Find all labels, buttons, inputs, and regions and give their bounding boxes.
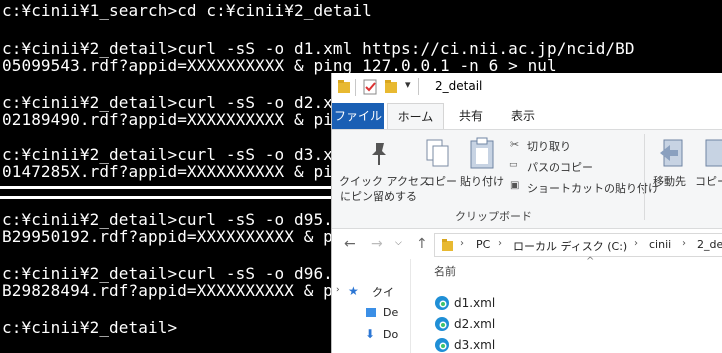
download-icon: ⬇ (365, 327, 376, 341)
title-bar: ▾ 2_detail (332, 73, 722, 103)
copy-icon[interactable] (425, 138, 451, 170)
recent-locations-icon[interactable]: ⌵ (395, 238, 402, 248)
console-line: 0147285X.rdf?appid=XXXXXXXXXX & ping (2, 162, 353, 181)
paste-shortcut-button[interactable]: ショートカットの貼り付け (527, 180, 659, 196)
file-name: d1.xml (454, 296, 496, 310)
properties-icon[interactable] (362, 79, 378, 95)
tab-home[interactable]: ホーム (387, 103, 444, 130)
pin-quick-access-label-2[interactable]: にピン留めする (340, 188, 417, 204)
star-icon: ★ (348, 284, 359, 298)
breadcrumb-item[interactable]: ローカル ディスク (C:) (513, 238, 627, 254)
ribbon-tabs: ファイル ホーム 共有 表示 (332, 103, 722, 130)
back-arrow-icon[interactable]: ← (344, 236, 356, 252)
breadcrumb[interactable]: › PC › ローカル ディスク (C:) › cinii › 2_detail (434, 233, 722, 257)
chevron-right-icon[interactable]: › (498, 238, 502, 249)
group-label-clipboard: クリップボード (455, 210, 532, 223)
file-name: d2.xml (454, 317, 496, 331)
console-line: B29950192.rdf?appid=XXXXXXXXXX & ping (2, 227, 363, 246)
pane-divider (410, 259, 411, 353)
pin-quick-access-label[interactable]: クイック アクセス (339, 173, 430, 189)
chevron-right-icon[interactable]: › (460, 238, 464, 249)
nav-item-desktop[interactable]: De (383, 306, 398, 319)
chevron-right-icon[interactable]: › (336, 285, 340, 295)
tab-view[interactable]: 表示 (497, 103, 549, 129)
copy-path-button[interactable]: パスのコピー (527, 159, 593, 175)
nav-item-downloads[interactable]: Do (383, 328, 398, 341)
window-title: 2_detail (435, 79, 483, 93)
move-to-icon[interactable] (658, 138, 686, 170)
column-header-name[interactable]: 名前 (434, 263, 456, 279)
paste-shortcut-icon[interactable]: ▣ (510, 180, 519, 191)
customize-toolbar-icon[interactable]: ▾ (405, 78, 411, 94)
console-line: 02189490.rdf?appid=XXXXXXXXXX & ping (2, 110, 353, 129)
console-line: c:¥cinii¥1_search>cd c:¥cinii¥2_detail (2, 1, 372, 20)
nav-item-quick-access[interactable]: クイ (372, 284, 394, 300)
breadcrumb-item[interactable]: 2_detail (697, 238, 722, 251)
title-separator (355, 79, 356, 96)
forward-arrow-icon[interactable]: → (371, 236, 383, 252)
chevron-right-icon[interactable]: › (634, 238, 638, 249)
folder-icon (442, 239, 453, 251)
desktop-icon (366, 308, 376, 317)
sort-chevron-up-icon: ^ (586, 256, 595, 267)
console-prompt[interactable]: c:¥cinii¥2_detail> (2, 318, 177, 337)
up-arrow-icon[interactable]: ↑ (416, 236, 428, 252)
copy-to-button[interactable]: コピー (695, 173, 722, 189)
chevron-right-icon[interactable]: › (682, 238, 686, 249)
edge-xml-file-icon (435, 338, 449, 352)
move-to-button[interactable]: 移動先 (653, 173, 686, 189)
title-separator (418, 78, 419, 95)
copy-path-icon[interactable]: ▭ (509, 160, 518, 170)
edge-xml-file-icon (435, 296, 449, 310)
folder-icon (338, 80, 350, 93)
cut-icon[interactable]: ✂ (510, 138, 519, 151)
address-bar: ← → ⌵ ↑ › PC › ローカル ディスク (C:) › cinii › … (332, 229, 722, 259)
pin-icon[interactable] (368, 140, 390, 168)
edge-xml-file-icon (435, 317, 449, 331)
paste-button[interactable]: 貼り付け (460, 173, 504, 189)
breadcrumb-item[interactable]: cinii (649, 238, 671, 251)
ribbon-home: クイック アクセス にピン留めする コピー 貼り付け ✂ 切り取り ▭ パスのコ… (332, 129, 722, 229)
new-folder-icon[interactable] (384, 79, 398, 95)
paste-icon[interactable] (468, 136, 496, 170)
breadcrumb-item[interactable]: PC (476, 238, 490, 251)
file-explorer-window[interactable]: ▾ 2_detail ファイル ホーム 共有 表示 クイック アクセス にピン留… (331, 73, 722, 353)
navigation-pane: › ★ クイ De ⬇ Do (332, 259, 410, 353)
console-line: B29828494.rdf?appid=XXXXXXXXXX & ping (2, 281, 363, 300)
tab-file[interactable]: ファイル (332, 103, 384, 129)
tab-share[interactable]: 共有 (445, 103, 497, 129)
copy-button[interactable]: コピー (424, 173, 457, 189)
file-name: d3.xml (454, 338, 496, 352)
ribbon-divider (644, 134, 645, 220)
cut-button[interactable]: 切り取り (527, 138, 571, 154)
copy-to-icon[interactable] (700, 138, 722, 170)
